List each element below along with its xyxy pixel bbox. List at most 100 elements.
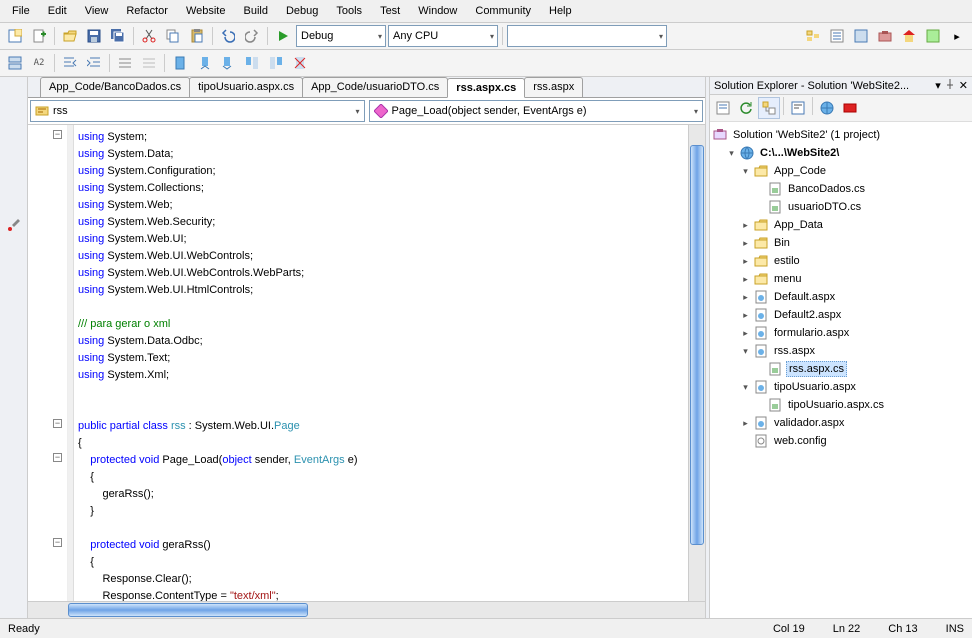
- main-area: App_Code/BancoDados.cstipoUsuario.aspx.c…: [0, 77, 972, 618]
- copy-website-button[interactable]: [816, 97, 838, 119]
- find-dropdown[interactable]: [507, 25, 667, 47]
- toolbox-icon[interactable]: [874, 25, 896, 47]
- status-ins: INS: [946, 623, 964, 635]
- refresh-button[interactable]: [735, 97, 757, 119]
- paste-button[interactable]: [186, 25, 208, 47]
- tree-node[interactable]: tipoUsuario.aspx: [712, 378, 970, 396]
- tree-node[interactable]: rss.aspx.cs: [712, 360, 970, 378]
- class-view-icon[interactable]: [4, 52, 26, 74]
- bookmark-toggle-icon[interactable]: [169, 52, 191, 74]
- solution-explorer-titlebar: Solution Explorer - Solution 'WebSite2..…: [710, 77, 972, 95]
- tree-node[interactable]: validador.aspx: [712, 414, 970, 432]
- toolbox-tab-icon[interactable]: [6, 217, 22, 233]
- bookmark-prev-icon[interactable]: [193, 52, 215, 74]
- navigation-bar: rss Page_Load(object sender, EventArgs e…: [28, 98, 705, 125]
- members-dropdown[interactable]: Page_Load(object sender, EventArgs e): [369, 100, 704, 122]
- config-dropdown[interactable]: Debug: [296, 25, 386, 47]
- status-col: Col 19: [773, 623, 805, 635]
- menu-view[interactable]: View: [77, 2, 117, 20]
- properties-icon[interactable]: [826, 25, 848, 47]
- menu-refactor[interactable]: Refactor: [118, 2, 176, 20]
- menu-test[interactable]: Test: [372, 2, 408, 20]
- horizontal-scrollbar[interactable]: [28, 601, 705, 618]
- new-project-button[interactable]: [4, 25, 26, 47]
- platform-dropdown[interactable]: Any CPU: [388, 25, 498, 47]
- tree-node[interactable]: estilo: [712, 252, 970, 270]
- tree-node[interactable]: formulario.aspx: [712, 324, 970, 342]
- chevron-icon[interactable]: ▸: [946, 25, 968, 47]
- menu-community[interactable]: Community: [467, 2, 539, 20]
- vertical-scrollbar[interactable]: [688, 125, 705, 601]
- solution-explorer-icon[interactable]: [802, 25, 824, 47]
- indent-more-icon[interactable]: [83, 52, 105, 74]
- tree-node[interactable]: tipoUsuario.aspx.cs: [712, 396, 970, 414]
- extension-icon[interactable]: [922, 25, 944, 47]
- tree-node[interactable]: Default2.aspx: [712, 306, 970, 324]
- code-editor[interactable]: −−−− using System;using System.Data;usin…: [28, 125, 705, 601]
- menu-build[interactable]: Build: [235, 2, 275, 20]
- status-bar: Ready Col 19 Ln 22 Ch 13 INS: [0, 618, 972, 638]
- tree-project[interactable]: C:\...\WebSite2\: [712, 144, 970, 162]
- close-icon[interactable]: ✕: [959, 79, 968, 92]
- pin-icon[interactable]: [945, 79, 955, 92]
- hex-icon[interactable]: A2: [28, 52, 50, 74]
- start-page-icon[interactable]: [898, 25, 920, 47]
- document-tab[interactable]: rss.aspx: [524, 77, 583, 97]
- open-button[interactable]: [59, 25, 81, 47]
- status-ln: Ln 22: [833, 623, 861, 635]
- tree-node[interactable]: rss.aspx: [712, 342, 970, 360]
- document-tabs: App_Code/BancoDados.cstipoUsuario.aspx.c…: [28, 77, 705, 98]
- cut-button[interactable]: [138, 25, 160, 47]
- menu-window[interactable]: Window: [410, 2, 465, 20]
- menu-edit[interactable]: Edit: [40, 2, 75, 20]
- toolbar-main: Debug Any CPU ▸: [0, 23, 972, 50]
- indent-less-icon[interactable]: [59, 52, 81, 74]
- solution-explorer-toolbar: [710, 95, 972, 122]
- tree-node[interactable]: App_Code: [712, 162, 970, 180]
- tree-node[interactable]: web.config: [712, 432, 970, 450]
- add-item-button[interactable]: [28, 25, 50, 47]
- menu-bar: FileEditViewRefactorWebsiteBuildDebugToo…: [0, 0, 972, 23]
- tree-node[interactable]: BancoDados.cs: [712, 180, 970, 198]
- solution-explorer: Solution Explorer - Solution 'WebSite2..…: [710, 77, 972, 618]
- start-debug-button[interactable]: [272, 25, 294, 47]
- toolbar-secondary: A2: [0, 50, 972, 77]
- uncomment-icon[interactable]: [138, 52, 160, 74]
- document-tab[interactable]: App_Code/usuarioDTO.cs: [302, 77, 448, 97]
- undo-button[interactable]: [217, 25, 239, 47]
- tree-node[interactable]: menu: [712, 270, 970, 288]
- properties-button[interactable]: [712, 97, 734, 119]
- asp-config-button[interactable]: [839, 97, 861, 119]
- view-code-button[interactable]: [787, 97, 809, 119]
- tree-node[interactable]: Bin: [712, 234, 970, 252]
- menu-tools[interactable]: Tools: [328, 2, 370, 20]
- document-tab[interactable]: rss.aspx.cs: [447, 78, 525, 98]
- tree-root[interactable]: Solution 'WebSite2' (1 project): [712, 126, 970, 144]
- tree-node[interactable]: Default.aspx: [712, 288, 970, 306]
- bookmark-nextdoc-icon[interactable]: [265, 52, 287, 74]
- redo-button[interactable]: [241, 25, 263, 47]
- object-browser-icon[interactable]: [850, 25, 872, 47]
- status-ready: Ready: [8, 623, 40, 635]
- menu-debug[interactable]: Debug: [278, 2, 326, 20]
- solution-tree[interactable]: Solution 'WebSite2' (1 project)C:\...\We…: [710, 122, 972, 618]
- menu-website[interactable]: Website: [178, 2, 234, 20]
- bookmark-next-icon[interactable]: [217, 52, 239, 74]
- nest-button[interactable]: [758, 97, 780, 119]
- menu-help[interactable]: Help: [541, 2, 580, 20]
- copy-button[interactable]: [162, 25, 184, 47]
- types-dropdown[interactable]: rss: [30, 100, 365, 122]
- tree-node[interactable]: App_Data: [712, 216, 970, 234]
- window-position-icon[interactable]: ▾: [935, 79, 941, 92]
- comment-icon[interactable]: [114, 52, 136, 74]
- save-button[interactable]: [83, 25, 105, 47]
- menu-file[interactable]: File: [4, 2, 38, 20]
- tree-node[interactable]: usuarioDTO.cs: [712, 198, 970, 216]
- save-all-button[interactable]: [107, 25, 129, 47]
- bookmark-prevdoc-icon[interactable]: [241, 52, 263, 74]
- document-tab[interactable]: App_Code/BancoDados.cs: [40, 77, 190, 97]
- status-ch: Ch 13: [888, 623, 917, 635]
- document-tab[interactable]: tipoUsuario.aspx.cs: [189, 77, 303, 97]
- bookmark-clear-icon[interactable]: [289, 52, 311, 74]
- left-dock: [0, 77, 28, 618]
